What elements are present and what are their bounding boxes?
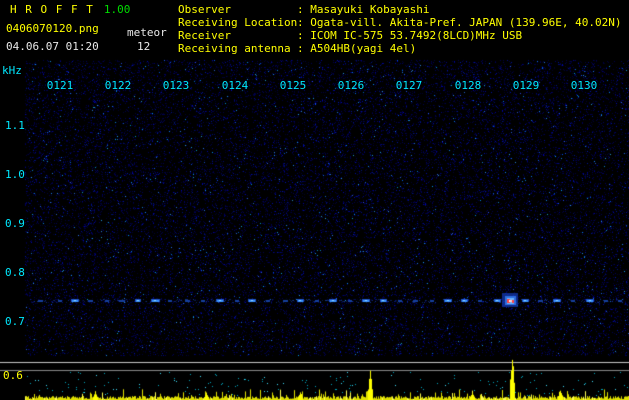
freq-axis-unit: kHz <box>2 64 22 77</box>
app-title-row: H R O F F T 1.00 <box>10 3 130 16</box>
time-tick: 0124 <box>221 79 249 92</box>
info-row-antenna: Receiving antenna : A504HB(yagi 4el) <box>178 42 416 55</box>
time-tick: 0123 <box>162 79 190 92</box>
time-tick: 0127 <box>395 79 423 92</box>
info-row-observer: Observer : Masayuki Kobayashi <box>178 3 429 16</box>
time-tick: 0122 <box>104 79 132 92</box>
freq-tick-bottom: 0.6 <box>3 369 23 382</box>
observation-datetime: 04.06.07 01:20 <box>6 40 99 53</box>
freq-tick: 1.1 <box>5 119 25 132</box>
time-tick: 0125 <box>279 79 307 92</box>
info-label: Receiving antenna <box>178 42 291 55</box>
freq-tick: 1.0 <box>5 168 25 181</box>
time-tick: 0130 <box>570 79 598 92</box>
info-value: : Masayuki Kobayashi <box>297 3 430 16</box>
hrofft-screen: H R O F F T 1.00 0406070120.png meteor 04… <box>0 0 629 400</box>
spectrogram-canvas <box>0 0 629 400</box>
time-tick: 0128 <box>454 79 482 92</box>
freq-tick: 0.9 <box>5 217 25 230</box>
info-value: : Ogata-vill. Akita-Pref. JAPAN (139.96E… <box>297 16 622 29</box>
info-value: : ICOM IC-575 53.7492(8LCD)MHz USB <box>297 29 523 42</box>
time-tick: 0126 <box>337 79 365 92</box>
info-row-location: Receiving Location: Ogata-vill. Akita-Pr… <box>178 16 622 29</box>
info-label: Receiver <box>178 29 231 42</box>
time-tick: 0121 <box>46 79 74 92</box>
freq-tick: 0.7 <box>5 315 25 328</box>
freq-tick: 0.8 <box>5 266 25 279</box>
mode-label: meteor <box>127 26 167 39</box>
output-filename: 0406070120.png <box>6 22 99 35</box>
meteor-count: 12 <box>137 40 151 53</box>
time-tick: 0129 <box>512 79 540 92</box>
info-label: Observer <box>178 3 231 16</box>
info-value: : A504HB(yagi 4el) <box>297 42 417 55</box>
app-version: 1.00 <box>103 3 131 16</box>
info-label: Receiving Location <box>178 16 298 29</box>
info-row-receiver: Receiver : ICOM IC-575 53.7492(8LCD)MHz U… <box>178 29 522 42</box>
app-title: H R O F F T <box>10 3 94 16</box>
